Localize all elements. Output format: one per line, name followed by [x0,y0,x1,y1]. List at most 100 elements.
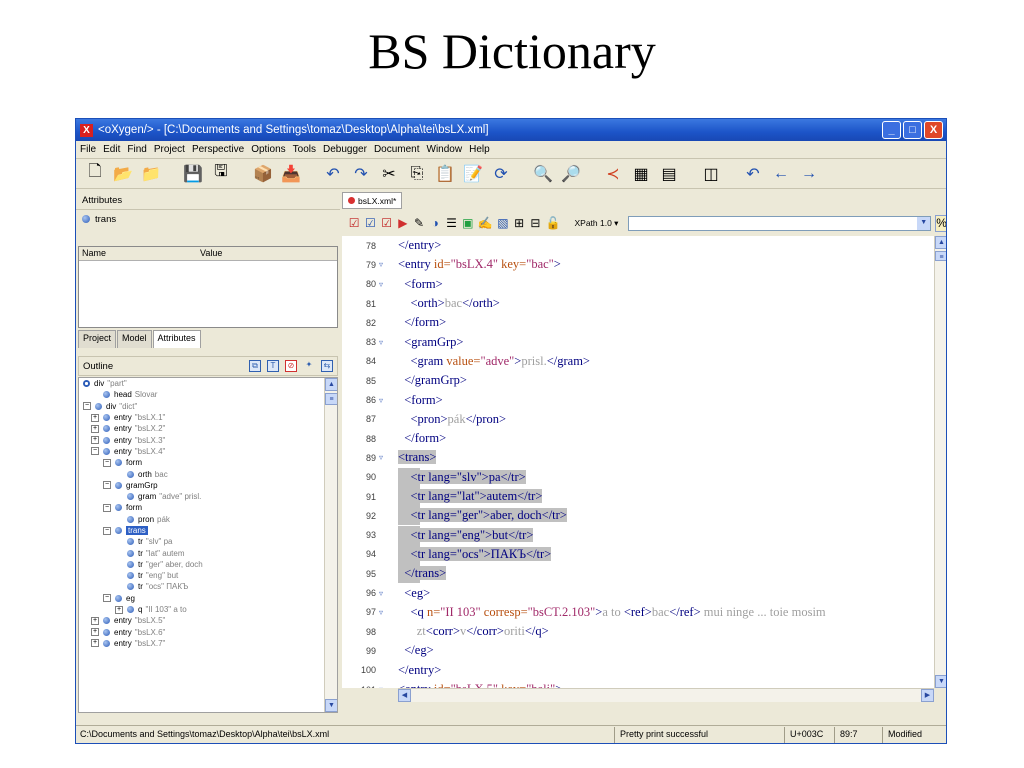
outline-scrollbar[interactable]: ▲ ≡ ▼ [324,378,337,712]
share-icon[interactable]: ≺ [602,163,624,185]
code-line[interactable]: 96 ▿ <eg> [342,583,934,602]
menu-window[interactable]: Window [427,144,463,155]
sync-icon[interactable]: ⇆ [321,360,333,372]
menu-project[interactable]: Project [154,144,185,155]
table-icon[interactable]: ▦ [630,163,652,185]
list-icon[interactable]: ▤ [658,163,680,185]
insert-element-icon[interactable]: ▣ [462,215,474,232]
attributes-table[interactable]: Name Value [78,246,338,328]
save-icon[interactable]: 💾 [182,163,204,185]
maximize-button[interactable]: □ [903,121,922,139]
menu-perspective[interactable]: Perspective [192,144,244,155]
code-line[interactable]: 80 ▿ <form> [342,275,934,294]
xpath-dropdown-icon[interactable]: ▼ [917,216,931,230]
edit-icon[interactable]: 📝 [462,163,484,185]
tree-node[interactable]: + entry "bsLX.3" [79,434,337,445]
tab-project[interactable]: Project [78,330,117,348]
tree-node[interactable]: + entry "bsLX.1" [79,412,337,423]
save-all-icon[interactable]: 🖫 [210,163,232,185]
xpath-input[interactable]: ▼ [628,215,932,231]
back-icon[interactable]: ← [770,163,792,185]
collapse-icon[interactable]: − [103,503,111,512]
code-scroll-left-icon[interactable]: ◀ [398,689,411,702]
check-wellformed-icon[interactable]: ☑ [364,215,376,232]
xpath-selector[interactable]: XPath 1.0 ▾ [574,218,618,229]
fold-icon[interactable]: ▿ [376,280,398,289]
code-line[interactable]: 81 <orth>bac</orth> [342,294,934,313]
collapse-icon[interactable]: − [103,594,111,603]
run-xpath-icon[interactable]: % [935,214,946,232]
code-line[interactable]: 78 </entry> [342,236,934,255]
code-line[interactable]: 87 <pron>pák</pron> [342,410,934,429]
last-edit-icon[interactable]: ↶ [742,163,764,185]
paste-icon[interactable]: 📋 [434,163,456,185]
tree-node[interactable]: pron pák [79,514,337,525]
code-vertical-scrollbar[interactable]: ▲ ≡ ▼ [934,236,946,688]
pin-icon[interactable]: ✦ [303,360,315,372]
fold-icon[interactable]: ▿ [376,453,398,462]
menu-edit[interactable]: Edit [103,144,120,155]
menu-file[interactable]: File [80,144,96,155]
save-project-icon[interactable]: 📥 [280,163,302,185]
tree-node[interactable]: − gramGrp [79,480,337,491]
refresh-icon[interactable]: ⟳ [490,163,512,185]
code-scroll-down-icon[interactable]: ▼ [935,675,946,688]
expand-icon[interactable]: + [91,436,99,445]
tree-node[interactable]: gram "adve" prisl. [79,491,337,502]
column-name[interactable]: Name [79,247,197,260]
code-line[interactable]: 99 </eg> [342,641,934,660]
tree-node[interactable]: − div "dict" [79,401,337,412]
scroll-up-icon[interactable]: ▲ [325,378,337,391]
close-button[interactable]: X [924,121,943,139]
cut-icon[interactable]: ✂ [378,163,400,185]
tree-node[interactable]: tr "ger" aber, doch [79,559,337,570]
code-line[interactable]: 100 </entry> [342,661,934,680]
menu-help[interactable]: Help [469,144,490,155]
expand-icon[interactable]: + [115,605,123,614]
run-transform-icon[interactable]: ▶ [397,215,409,232]
tree-node[interactable]: div "part" [79,378,337,389]
fold-icon[interactable]: ▿ [376,589,398,598]
format-indent-icon[interactable]: ☰ [445,215,457,232]
filter-icon[interactable]: ⊘ [285,360,297,372]
code-line[interactable]: 95 </trans> [342,564,934,584]
tree-icon[interactable]: ⊞ [513,215,525,232]
tab-model[interactable]: Model [117,330,152,348]
scroll-thumb[interactable]: ≡ [325,393,337,405]
expand-icon[interactable]: + [91,628,99,637]
code-line[interactable]: 98 zt<corr>v</corr>oriti</q> [342,622,934,641]
tree-node[interactable]: − entry "bsLX.4" [79,446,337,457]
code-line[interactable]: 101▿<entry id="bsLX.5" key="bali"> [342,680,934,688]
tree-node[interactable]: − form [79,457,337,468]
menu-document[interactable]: Document [374,144,420,155]
collapse-icon[interactable]: − [91,447,99,456]
expand-icon[interactable]: + [91,616,99,625]
code-line[interactable]: 94 <tr lang="ocs">ПАКЪ</tr> [342,544,934,565]
tree-node[interactable]: + q "II 103" a to [79,604,337,615]
configure-transform-icon[interactable]: ✎ [413,215,425,232]
tree-node[interactable]: tr "lat" autem [79,547,337,558]
code-line[interactable]: 91 <tr lang="lat">autem</tr> [342,486,934,507]
expand-icon[interactable]: + [91,413,99,422]
flatten-icon[interactable]: ⧉ [249,360,261,372]
expand-icon[interactable]: + [91,424,99,433]
code-line[interactable]: 86 ▿ <form> [342,390,934,409]
find-icon[interactable]: 🔍 [532,163,554,185]
redo-icon[interactable]: ↷ [350,163,372,185]
collapse-icon[interactable]: − [83,402,91,411]
tab-attributes[interactable]: Attributes [152,330,201,348]
open-folder-icon[interactable]: 📂 [112,163,134,185]
code-line[interactable]: 84 <gram value="adve">prisl.</gram> [342,352,934,371]
code-line[interactable]: 92 <tr lang="ger">aber, doch</tr> [342,506,934,526]
scroll-down-icon[interactable]: ▼ [325,699,337,712]
tree-node[interactable]: head Slovar [79,389,337,400]
collapse-icon[interactable]: − [103,526,111,535]
model-icon[interactable]: ⊟ [529,215,541,232]
edit-attributes-icon[interactable]: ✍ [478,215,493,232]
text-icon[interactable]: T [267,360,279,372]
panel-icon[interactable]: ◫ [700,163,722,185]
fold-icon[interactable]: ▿ [376,260,398,269]
validate-icon[interactable]: ☑ [348,215,360,232]
tree-node[interactable]: tr "ocs" ПАКЪ [79,581,337,592]
code-horizontal-scrollbar[interactable]: ◀ ▶ [398,688,934,702]
